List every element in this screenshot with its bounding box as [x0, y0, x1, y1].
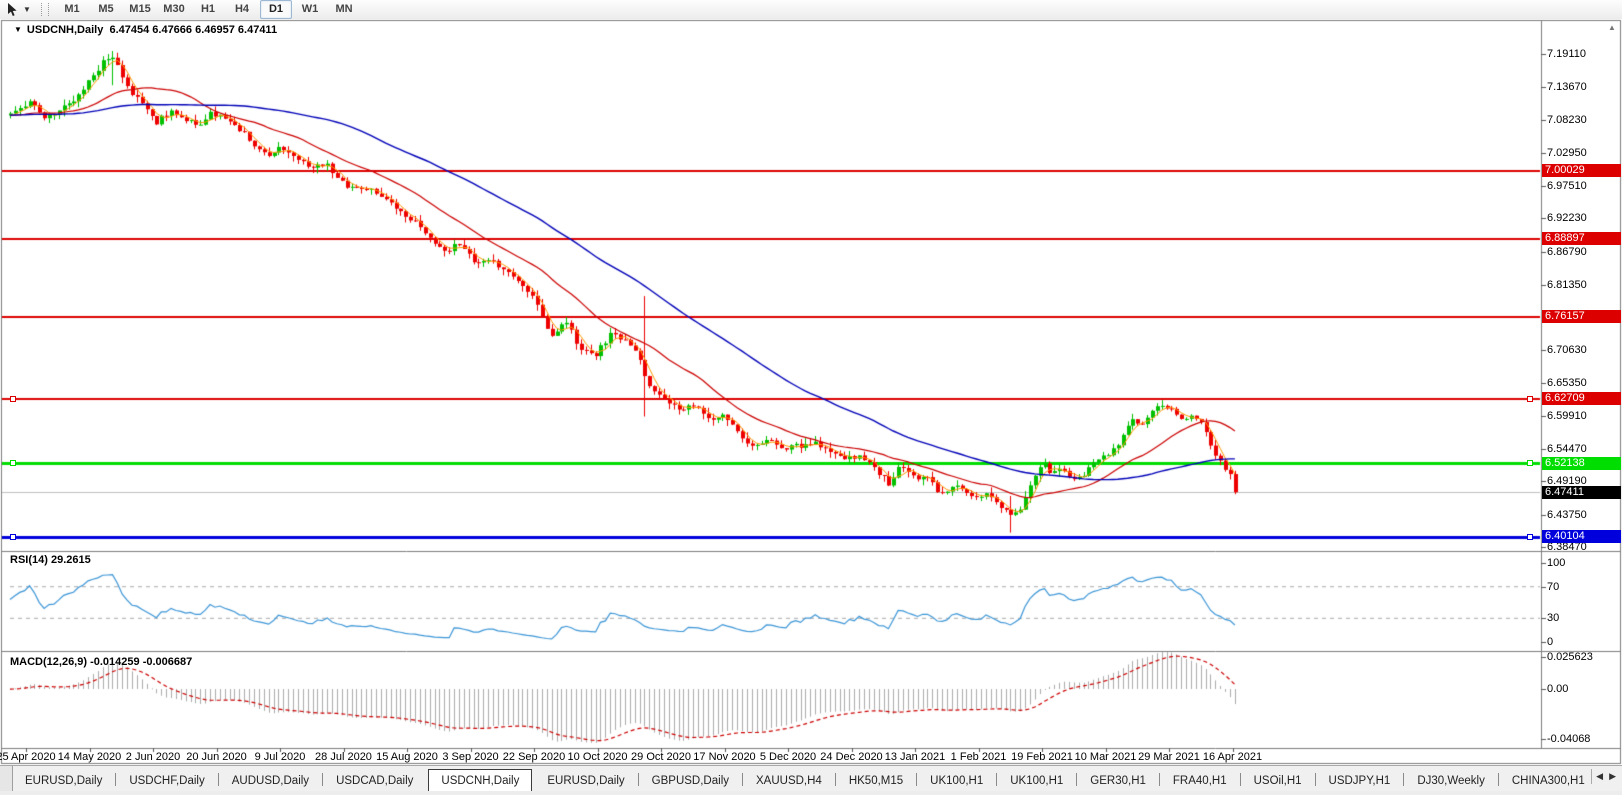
price-tick-label: 6.97510	[1547, 180, 1587, 193]
tab-gbpusd-daily[interactable]: GBPUSD,Daily	[640, 771, 741, 792]
tab-usdcnh-daily[interactable]: USDCNH,Daily	[428, 769, 533, 792]
cursor-tool-icon[interactable]	[3, 2, 21, 18]
tab-scroll-buttons: ◀ ▶	[1591, 769, 1620, 784]
symbol-period-label: USDCNH,Daily	[26, 24, 104, 36]
level-price-tag[interactable]: 6.52138	[1542, 456, 1621, 470]
price-tick-label: 6.70630	[1547, 344, 1587, 357]
price-tick-label: 6.81350	[1547, 278, 1587, 291]
price-tick-label: 7.08230	[1547, 114, 1587, 127]
tab-dj30-weekly[interactable]: DJ30,Weekly	[1405, 771, 1497, 792]
toolbar-grip	[41, 3, 49, 16]
timeframe-button-h4[interactable]: H4	[226, 0, 258, 19]
macd-label: MACD(12,26,9) -0.014259 -0.006687	[10, 656, 193, 668]
price-tick-label: 7.02950	[1547, 146, 1587, 159]
chart-title: ▼ USDCNH,Daily 6.47454 6.47666 6.46957 6.…	[14, 24, 277, 36]
line-handle[interactable]	[10, 460, 16, 467]
tab-separator	[834, 773, 836, 786]
collapse-triangle-icon[interactable]: ▼	[14, 25, 22, 34]
macd-values: -0.014259 -0.006687	[90, 656, 193, 668]
timeframe-button-m30[interactable]: M30	[158, 0, 190, 19]
tab-usdcad-daily[interactable]: USDCAD,Daily	[324, 771, 425, 792]
timeframe-button-w1[interactable]: W1	[294, 0, 326, 19]
timeframe-button-d1[interactable]: D1	[260, 0, 292, 19]
ohlc-values: 6.47454 6.47666 6.46957 6.47411	[109, 24, 278, 36]
tab-separator	[637, 773, 639, 786]
macd-tick-label: 0.025623	[1547, 651, 1593, 664]
timeframe-button-m5[interactable]: M5	[90, 0, 122, 19]
price-tick-label: 6.54470	[1547, 443, 1587, 456]
tab-usdchf-daily[interactable]: USDCHF,Daily	[117, 771, 216, 792]
level-price-tag[interactable]: 6.76157	[1542, 310, 1621, 324]
tab-separator	[1076, 773, 1078, 786]
status-strip	[0, 791, 1622, 795]
tabs-scroll-right-icon[interactable]: ▶	[1609, 771, 1616, 782]
tab-xauusd-h4[interactable]: XAUUSD,H4	[744, 771, 834, 792]
line-handle[interactable]	[1527, 395, 1533, 402]
timeframe-button-m1[interactable]: M1	[56, 0, 88, 19]
rsi-tick-label: 70	[1547, 580, 1560, 593]
level-price-tag[interactable]: 6.62709	[1542, 392, 1621, 406]
macd-tick-label: 0.00	[1547, 683, 1569, 695]
price-tick-label: 7.13670	[1547, 81, 1587, 94]
tab-separator	[742, 773, 743, 786]
tab-hk50-m15[interactable]: HK50,M15	[837, 771, 915, 792]
tab-usoil-h1[interactable]: USOil,H1	[1242, 771, 1314, 792]
current-price-tag: 6.47411	[1542, 485, 1621, 499]
tab-usdjpy-h1[interactable]: USDJPY,H1	[1317, 771, 1403, 792]
tab-separator	[996, 773, 998, 786]
timeframe-buttons: M1 M5 M15 M30 H1 H4 D1 W1 MN	[55, 0, 361, 19]
timeframe-button-h1[interactable]: H1	[192, 0, 224, 19]
tab-china300-h1[interactable]: CHINA300,H1	[1500, 771, 1589, 792]
tab-separator	[1158, 773, 1160, 786]
tab-uk100-h1[interactable]: UK100,H1	[918, 771, 995, 792]
line-handle[interactable]	[10, 395, 16, 402]
tab-separator	[1239, 773, 1241, 786]
macd-tick-label: -0.04068	[1547, 733, 1591, 746]
price-tick-label: 6.59910	[1547, 409, 1587, 422]
rsi-label: RSI(14) 29.2615	[10, 554, 91, 566]
tabs-scroll-left-icon[interactable]: ◀	[1596, 771, 1603, 782]
price-chart-canvas[interactable]	[0, 19, 1622, 765]
rsi-value: 29.2615	[50, 554, 91, 566]
caret-down-icon[interactable]: ▼	[21, 5, 33, 14]
tab-eurusd-daily[interactable]: EURUSD,Daily	[535, 771, 636, 792]
tab-eurusd-daily[interactable]: EURUSD,Daily	[13, 771, 114, 792]
timeframe-button-mn[interactable]: MN	[328, 0, 360, 19]
tabbar-grip	[0, 766, 13, 792]
price-tick-label: 6.92230	[1547, 212, 1587, 225]
date-label: 16 Apr 2021	[1202, 751, 1263, 763]
line-handle[interactable]	[10, 533, 16, 540]
price-tick-label: 7.19110	[1547, 48, 1586, 60]
tab-fra40-h1[interactable]: FRA40,H1	[1161, 771, 1239, 792]
top-toolbar: ▼ M1 M5 M15 M30 H1 H4 D1 W1 MN	[0, 0, 1622, 20]
chart-tabs-bar: EURUSD,Daily USDCHF,Daily AUDUSD,Daily USDC…	[0, 765, 1622, 792]
rsi-tick-label: 30	[1547, 612, 1560, 625]
tab-separator	[322, 773, 324, 786]
rsi-tick-label: 100	[1547, 557, 1566, 569]
tab-separator	[1314, 773, 1316, 786]
level-price-tag[interactable]: 6.88897	[1542, 232, 1621, 246]
line-handle[interactable]	[1527, 460, 1533, 467]
price-tick-label: 6.43750	[1547, 508, 1587, 521]
line-handle[interactable]	[1527, 533, 1533, 540]
tab-ger30-h1[interactable]: GER30,H1	[1078, 771, 1158, 792]
price-tick-label: 6.65350	[1547, 376, 1587, 389]
level-price-tag[interactable]: 6.40104	[1542, 530, 1621, 544]
tab-separator	[1403, 773, 1405, 786]
tab-separator	[916, 773, 918, 786]
axis-scroll-up-icon: ▲	[1608, 23, 1616, 32]
price-tick-label: 6.86790	[1547, 245, 1587, 258]
tab-separator	[1497, 773, 1499, 786]
tab-separator	[115, 773, 117, 786]
level-price-tag[interactable]: 7.00029	[1542, 164, 1621, 178]
tab-separator	[217, 773, 219, 786]
tab-uk100-h1[interactable]: UK100,H1	[998, 771, 1075, 792]
timeframe-button-m15[interactable]: M15	[124, 0, 156, 19]
tab-audusd-daily[interactable]: AUDUSD,Daily	[220, 771, 321, 792]
rsi-tick-label: 0	[1547, 636, 1554, 648]
